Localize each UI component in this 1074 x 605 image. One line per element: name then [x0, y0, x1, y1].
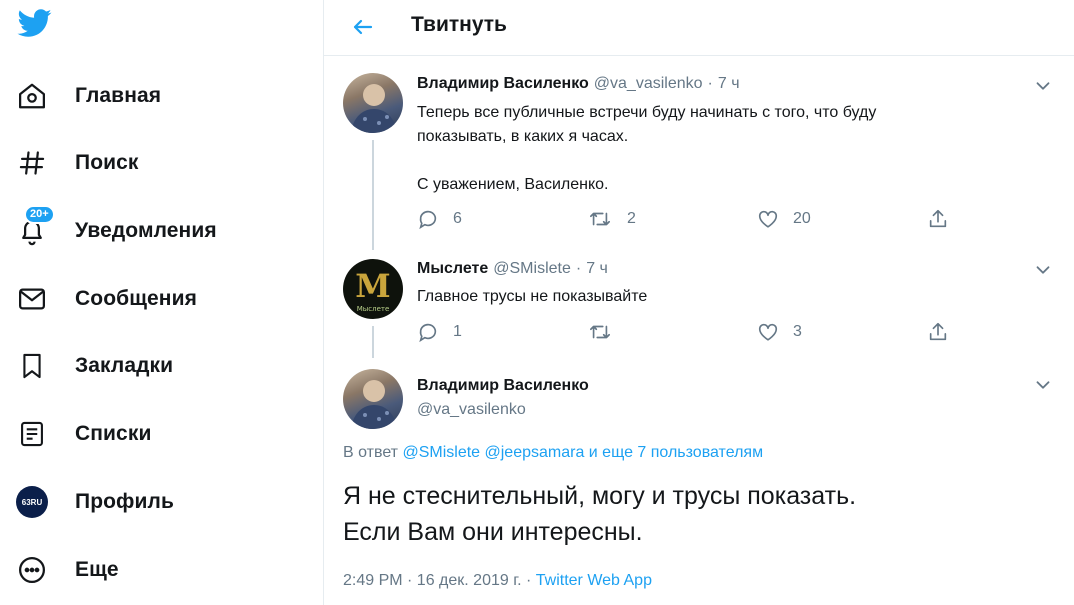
twitter-logo-icon[interactable]: [16, 6, 54, 40]
reply-mentions-link[interactable]: @SMislete @jeepsamara и еще 7 пользовате…: [402, 444, 763, 461]
back-arrow-icon[interactable]: [346, 10, 380, 44]
thread-line: [372, 326, 374, 358]
author-name[interactable]: Мыслете: [417, 260, 488, 278]
like-button[interactable]: 3: [757, 321, 927, 343]
avatar[interactable]: M Мыслете: [343, 259, 403, 319]
avatar-letter: M: [355, 267, 390, 305]
nav-search-label: Поиск: [75, 151, 139, 174]
author-name[interactable]: Владимир Василенко: [417, 377, 589, 395]
sidebar: Главная Поиск 20+ Уведомления Сообщения …: [0, 0, 323, 605]
heart-icon: [758, 210, 778, 228]
tweet-header: Мыслете @SMislete · 7 ч: [417, 260, 608, 278]
tweet-text: Я не стеснительный, могу и трусы показат…: [343, 482, 857, 546]
retweet-button[interactable]: [587, 321, 757, 343]
like-button[interactable]: 20: [757, 208, 927, 230]
profile-avatar-text: 63RU: [21, 497, 43, 507]
nav-messages[interactable]: Сообщения: [14, 279, 197, 319]
thread-line: [372, 140, 374, 250]
share-button[interactable]: [927, 208, 967, 230]
author-handle[interactable]: @va_vasilenko: [417, 401, 526, 419]
reply-button[interactable]: 6: [417, 208, 587, 230]
author-name[interactable]: Владимир Василенко: [417, 75, 589, 93]
timestamp-date[interactable]: 2:49 PM · 16 дек. 2019 г. ·: [343, 572, 536, 589]
separator: ·: [707, 75, 713, 92]
nav-profile[interactable]: 63RU Профиль: [14, 482, 174, 522]
home-icon: [14, 78, 50, 114]
tweet-thread-column: Твитнуть Владимир Василенко @va_vasilenk…: [324, 0, 1074, 605]
nav-more[interactable]: Еще: [14, 550, 119, 590]
bell-icon: 20+: [14, 205, 55, 249]
nav-profile-label: Профиль: [75, 490, 174, 513]
avatar-caption: Мыслете: [357, 305, 390, 313]
notification-badge: 20+: [24, 205, 55, 224]
nav-home[interactable]: Главная: [14, 76, 161, 116]
list-icon: [14, 416, 50, 452]
reply-count: 1: [453, 323, 462, 340]
retweet-icon: [590, 325, 610, 339]
avatar[interactable]: [343, 73, 403, 133]
tweet-actions: 1 3: [417, 321, 967, 343]
nav-lists[interactable]: Списки: [14, 414, 151, 454]
nav-more-label: Еще: [75, 558, 119, 581]
share-icon: [929, 209, 947, 228]
tweet-time[interactable]: 7 ч: [718, 75, 740, 93]
page-header: Твитнуть: [324, 0, 1074, 56]
retweet-icon: [590, 212, 610, 226]
profile-avatar-icon: 63RU: [14, 484, 50, 520]
reply-button[interactable]: 1: [417, 321, 587, 343]
heart-icon: [758, 323, 778, 341]
nav-notifications[interactable]: 20+ Уведомления: [14, 205, 217, 251]
tweet-timestamp: 2:49 PM · 16 дек. 2019 г. · Twitter Web …: [343, 572, 652, 590]
share-icon: [929, 322, 947, 341]
reply-to-line: В ответ @SMislete @jeepsamara и еще 7 по…: [343, 444, 763, 462]
page-title: Твитнуть: [411, 13, 507, 36]
tweet-text: Теперь все публичные встречи буду начина…: [417, 104, 877, 193]
envelope-icon: [14, 281, 50, 317]
nav-messages-label: Сообщения: [75, 287, 197, 310]
nav-home-label: Главная: [75, 84, 162, 107]
chevron-down-icon[interactable]: [1032, 374, 1054, 396]
nav-search[interactable]: Поиск: [14, 143, 139, 183]
bookmark-icon: [14, 348, 50, 384]
reply-count: 6: [453, 210, 462, 227]
nav-bookmarks[interactable]: Закладки: [14, 346, 173, 386]
chevron-down-icon[interactable]: [1032, 75, 1054, 97]
reply-icon: [419, 323, 437, 343]
separator: ·: [575, 260, 582, 277]
tweet-header: Владимир Василенко @va_vasilenko · 7 ч: [417, 75, 740, 93]
retweet-button[interactable]: 2: [587, 208, 757, 230]
tweet-time[interactable]: 7 ч: [586, 260, 608, 278]
hashtag-icon: [14, 145, 50, 181]
avatar[interactable]: [343, 369, 403, 429]
more-circle-icon: [14, 552, 50, 588]
reply-prefix: В ответ: [343, 444, 399, 461]
author-handle[interactable]: @SMislete: [493, 260, 571, 278]
nav-bookmarks-label: Закладки: [75, 354, 174, 377]
tweet-text: Главное трусы не показывайте: [417, 288, 648, 305]
tweet-actions: 6 2 20: [417, 208, 967, 230]
like-count: 20: [793, 210, 811, 227]
chevron-down-icon[interactable]: [1032, 259, 1054, 281]
reply-icon: [419, 210, 437, 230]
nav-notifications-label: Уведомления: [75, 219, 217, 242]
share-button[interactable]: [927, 321, 967, 343]
nav-lists-label: Списки: [75, 422, 152, 445]
retweet-count: 2: [627, 210, 636, 227]
source-app-link[interactable]: Twitter Web App: [536, 572, 652, 589]
author-handle[interactable]: @va_vasilenko: [594, 75, 703, 93]
like-count: 3: [793, 323, 802, 340]
